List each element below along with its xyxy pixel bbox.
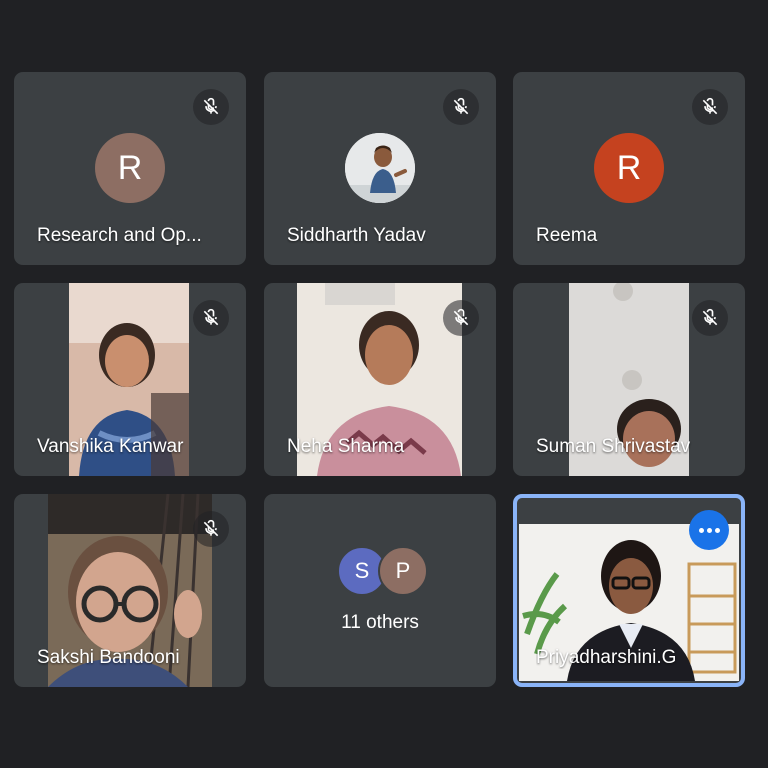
avatar-letter: P	[395, 558, 411, 583]
mic-off-icon	[193, 511, 229, 547]
mic-off-icon	[443, 89, 479, 125]
participant-name: Sakshi Bandooni	[37, 647, 180, 668]
avatar: P	[378, 546, 428, 596]
mic-off-icon	[692, 89, 728, 125]
participant-tile-vanshika[interactable]: Vanshika Kanwar	[14, 283, 246, 476]
participant-name: Priyadharshini.G	[536, 647, 677, 668]
participant-tile-suman[interactable]: Suman Shrivastav	[513, 283, 745, 476]
participant-name: Neha Sharma	[287, 436, 405, 457]
participant-tile-neha[interactable]: Neha Sharma	[264, 283, 496, 476]
others-tile[interactable]: S P 11 others	[264, 494, 496, 687]
participant-tile-priyadharshini[interactable]: Priyadharshini.G	[513, 494, 745, 687]
avatar-letter: R	[616, 148, 642, 187]
participant-name: Siddharth Yadav	[287, 225, 426, 246]
avatar-letter: S	[354, 558, 370, 583]
avatar-letter: R	[117, 148, 143, 187]
more-horizontal-icon[interactable]	[689, 510, 729, 550]
avatar-photo	[345, 133, 415, 203]
participant-name: Research and Op...	[37, 225, 202, 246]
mic-off-icon	[443, 300, 479, 336]
participant-tile-reema[interactable]: R Reema	[513, 72, 745, 265]
participant-name: Vanshika Kanwar	[37, 436, 184, 457]
avatar: R	[594, 133, 664, 203]
mic-off-icon	[692, 300, 728, 336]
mic-off-icon	[193, 300, 229, 336]
others-avatars: S P	[337, 546, 437, 596]
participant-name: Suman Shrivastav	[536, 436, 691, 457]
avatar: R	[95, 133, 165, 203]
others-count-label: 11 others	[341, 612, 419, 633]
participant-tile-research[interactable]: R Research and Op...	[14, 72, 246, 265]
mic-off-icon	[193, 89, 229, 125]
participant-name: Reema	[536, 225, 598, 246]
participant-tile-sakshi[interactable]: Sakshi Bandooni	[14, 494, 246, 687]
participant-tile-siddharth[interactable]: Siddharth Yadav	[264, 72, 496, 265]
